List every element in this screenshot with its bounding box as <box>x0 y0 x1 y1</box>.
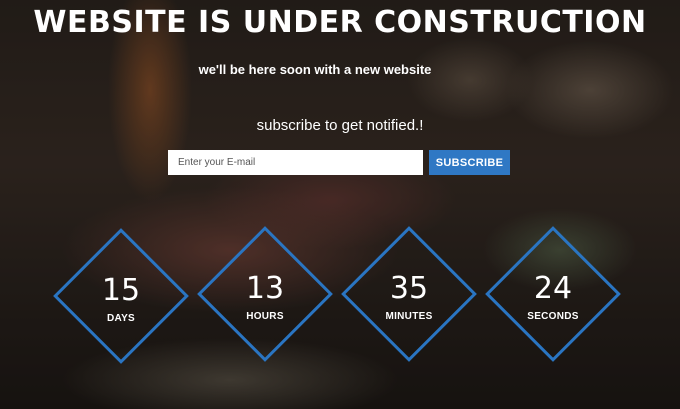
minutes-value: 35 <box>389 271 429 306</box>
days-label: DAYS <box>106 313 136 324</box>
subscribe-button[interactable]: SUBSCRIBE <box>429 150 510 175</box>
subscribe-prompt: subscribe to get notified.! <box>256 117 424 134</box>
coming-soon-panel: WEBSITE IS UNDER CONSTRUCTION we'll be h… <box>0 0 680 409</box>
countdown-seconds: 24 SECONDS <box>485 226 621 362</box>
hours-label: HOURS <box>246 311 284 322</box>
countdown-hours: 13 HOURS <box>197 226 333 362</box>
email-input[interactable] <box>168 150 423 175</box>
countdown-days: 15 DAYS <box>53 228 189 364</box>
minutes-label: MINUTES <box>385 311 433 322</box>
page-title: WEBSITE IS UNDER CONSTRUCTION <box>33 5 647 40</box>
seconds-value: 24 <box>533 271 573 306</box>
days-value: 15 <box>101 273 141 308</box>
countdown-minutes: 35 MINUTES <box>341 226 477 362</box>
seconds-label: SECONDS <box>527 311 579 322</box>
tagline: we'll be here soon with a new website <box>198 62 432 77</box>
hours-value: 13 <box>245 271 285 306</box>
